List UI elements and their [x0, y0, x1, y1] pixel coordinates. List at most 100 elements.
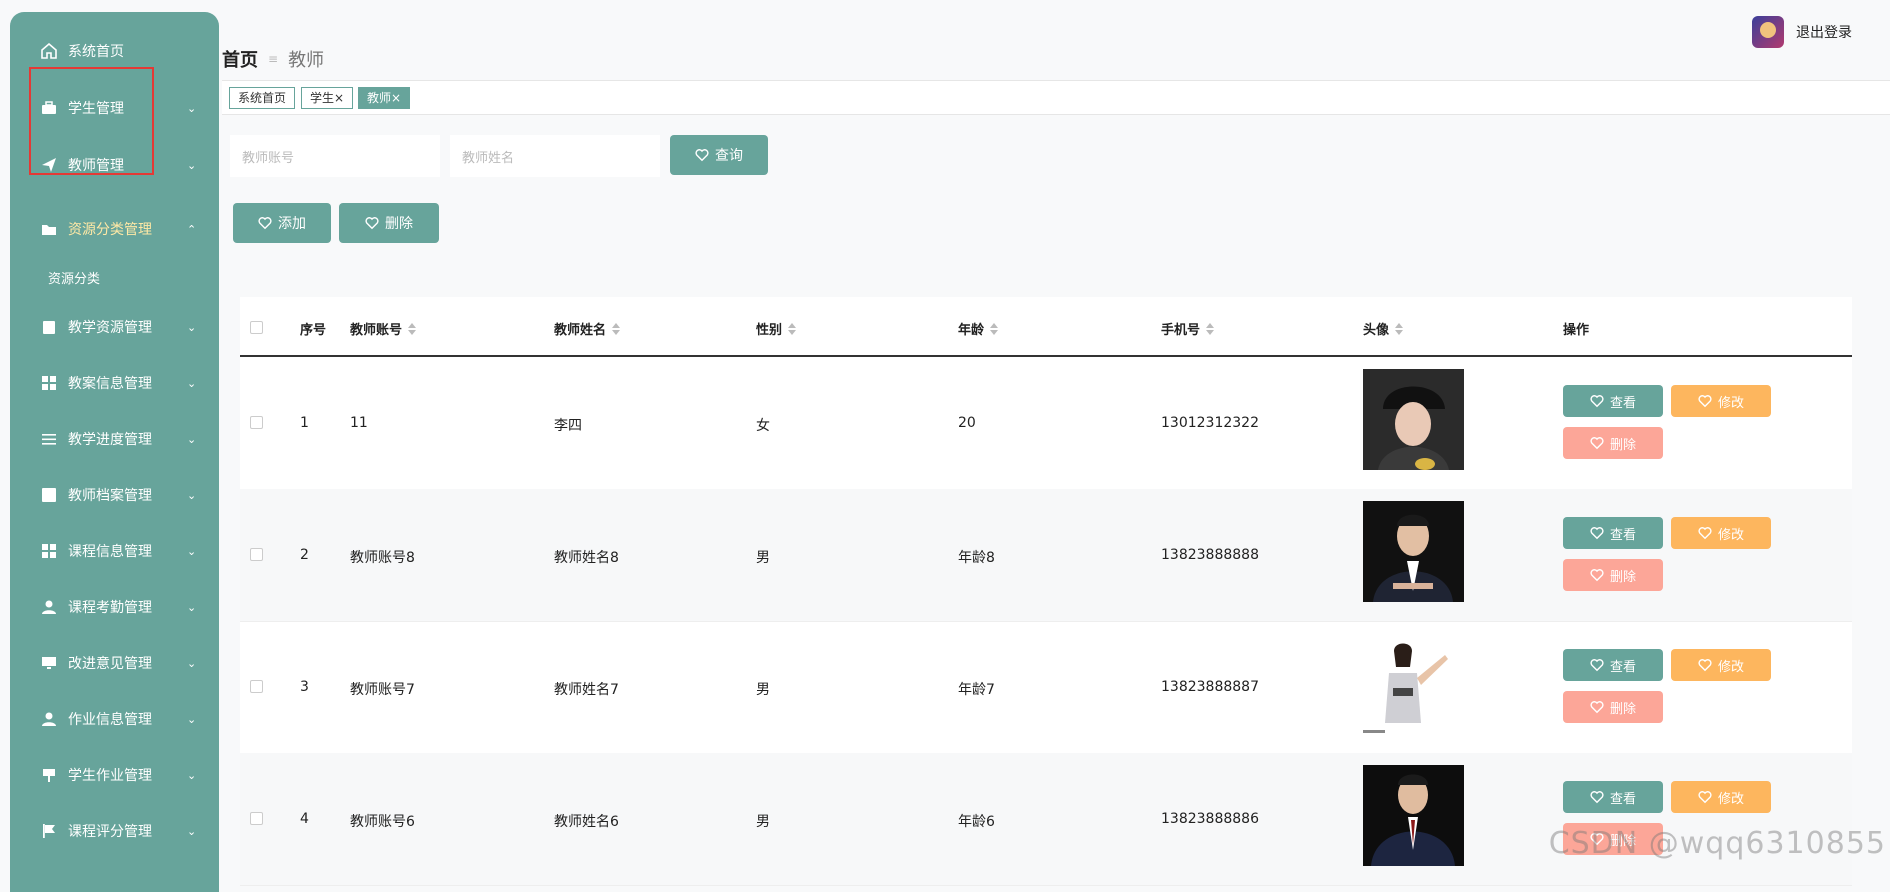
- sidebar-item-attendance[interactable]: 课程考勤管理 ⌄: [10, 587, 219, 627]
- add-button[interactable]: 添加: [233, 203, 331, 243]
- avatar-photo[interactable]: [1363, 765, 1464, 866]
- view-button[interactable]: 查看: [1563, 385, 1663, 417]
- logout-button[interactable]: 退出登录: [1796, 22, 1852, 42]
- heart-icon: [365, 217, 379, 230]
- breadcrumb-separator-icon: ≡: [268, 52, 279, 66]
- sidebar-item-teacher-archives[interactable]: 教师档案管理 ⌄: [10, 475, 219, 515]
- column-header-avatar[interactable]: 头像: [1363, 319, 1404, 338]
- heart-icon: [1590, 437, 1604, 450]
- edit-button[interactable]: 修改: [1671, 517, 1771, 549]
- flag-icon: [40, 822, 58, 840]
- sort-icon[interactable]: [1395, 322, 1404, 335]
- chevron-down-icon: ⌄: [187, 376, 197, 390]
- sidebar-item-course-rating[interactable]: 课程评分管理 ⌄: [10, 811, 219, 851]
- sidebar-subitem-resource-category[interactable]: 资源分类: [48, 268, 100, 287]
- breadcrumb-home[interactable]: 首页: [222, 46, 258, 72]
- sidebar-item-label: 学生作业管理: [68, 768, 152, 784]
- sidebar-item-label: 改进意见管理: [68, 656, 152, 672]
- tab-teachers[interactable]: 教师×: [358, 87, 411, 109]
- teacher-account-input[interactable]: 教师账号: [230, 135, 440, 177]
- sort-icon[interactable]: [788, 322, 797, 335]
- chevron-down-icon: ⌄: [187, 488, 197, 502]
- edit-button[interactable]: 修改: [1671, 649, 1771, 681]
- cell-phone: 13823888888: [1161, 547, 1259, 563]
- table-header: 序号 教师账号 教师姓名 性别 年龄 手机号 头像 操作: [240, 297, 1852, 357]
- heart-icon: [1590, 791, 1604, 804]
- sort-icon[interactable]: [612, 322, 621, 335]
- row-checkbox[interactable]: [250, 548, 263, 561]
- tab-home[interactable]: 系统首页: [229, 87, 296, 109]
- sort-icon[interactable]: [1206, 322, 1215, 335]
- sidebar-item-resource-category[interactable]: 资源分类管理 ⌃: [10, 209, 219, 249]
- sidebar-item-teaching-progress[interactable]: 教学进度管理 ⌄: [10, 419, 219, 459]
- sidebar-item-label: 课程考勤管理: [68, 600, 152, 616]
- heart-icon: [258, 217, 272, 230]
- chevron-up-icon: ⌃: [187, 222, 197, 236]
- column-header-phone[interactable]: 手机号: [1161, 319, 1215, 338]
- row-delete-button[interactable]: 删除: [1563, 559, 1663, 591]
- heart-icon: [1590, 701, 1604, 714]
- sidebar-item-label: 课程信息管理: [68, 544, 152, 560]
- heart-icon: [1590, 569, 1604, 582]
- heart-icon: [1698, 791, 1712, 804]
- view-button[interactable]: 查看: [1563, 649, 1663, 681]
- sidebar-item-feedback[interactable]: 改进意见管理 ⌄: [10, 643, 219, 683]
- chevron-down-icon: ⌄: [187, 656, 197, 670]
- annotation-highlight-box: [29, 67, 154, 175]
- cell-phone: 13012312322: [1161, 415, 1259, 431]
- edit-button[interactable]: 修改: [1671, 385, 1771, 417]
- column-header-age[interactable]: 年龄: [958, 319, 999, 338]
- folder-icon: [40, 220, 58, 238]
- avatar-photo[interactable]: [1363, 369, 1464, 470]
- table-row: 1 11 李四 女 20 13012312322 查看 修改 删除: [240, 357, 1852, 490]
- avatar-photo[interactable]: [1363, 501, 1464, 602]
- cell-gender: 男: [756, 550, 770, 566]
- chevron-down-icon: ⌄: [187, 320, 197, 334]
- row-delete-button[interactable]: 删除: [1563, 691, 1663, 723]
- sidebar-item-homework-info[interactable]: 作业信息管理 ⌄: [10, 699, 219, 739]
- home-icon: [40, 42, 58, 60]
- cell-no: 2: [300, 547, 309, 563]
- grid-icon: [40, 374, 58, 392]
- tab-students[interactable]: 学生×: [301, 87, 354, 109]
- sidebar-item-label: 资源分类管理: [68, 222, 152, 238]
- cell-age: 年龄7: [958, 682, 995, 698]
- grid-icon: [40, 542, 58, 560]
- delete-label: 删除: [385, 216, 413, 232]
- view-button[interactable]: 查看: [1563, 781, 1663, 813]
- heart-icon: [695, 149, 709, 162]
- table-row: 4 教师账号6 教师姓名6 男 年龄6 13823888886 查看 修改 删除: [240, 753, 1852, 886]
- column-header-gender[interactable]: 性别: [756, 319, 797, 338]
- cell-phone: 13823888886: [1161, 811, 1259, 827]
- column-header-account[interactable]: 教师账号: [350, 319, 417, 338]
- delete-button[interactable]: 删除: [339, 203, 439, 243]
- sidebar-item-student-homework[interactable]: 学生作业管理 ⌄: [10, 755, 219, 795]
- chevron-down-icon: ⌄: [187, 544, 197, 558]
- sort-icon[interactable]: [408, 322, 417, 335]
- select-all-checkbox[interactable]: [250, 321, 263, 334]
- sidebar-item-course-info[interactable]: 课程信息管理 ⌄: [10, 531, 219, 571]
- teacher-name-input[interactable]: 教师姓名: [450, 135, 660, 177]
- row-delete-button[interactable]: 删除: [1563, 427, 1663, 459]
- cell-account: 教师账号7: [350, 682, 415, 698]
- cell-name: 教师姓名8: [554, 550, 619, 566]
- avatar[interactable]: [1752, 16, 1784, 48]
- row-checkbox[interactable]: [250, 416, 263, 429]
- sort-icon[interactable]: [990, 322, 999, 335]
- sidebar-item-lesson-plans[interactable]: 教案信息管理 ⌄: [10, 363, 219, 403]
- view-button[interactable]: 查看: [1563, 517, 1663, 549]
- row-checkbox[interactable]: [250, 812, 263, 825]
- row-checkbox[interactable]: [250, 680, 263, 693]
- sidebar-item-home[interactable]: 系统首页: [10, 31, 219, 71]
- sidebar-item-label: 系统首页: [68, 44, 124, 60]
- edit-button[interactable]: 修改: [1671, 781, 1771, 813]
- sidebar-item-teaching-resources[interactable]: 教学资源管理 ⌄: [10, 307, 219, 347]
- cell-account: 11: [350, 415, 368, 431]
- watermark: CSDN @wqq6310855: [1548, 826, 1886, 861]
- query-button[interactable]: 查询: [670, 135, 768, 175]
- avatar-photo[interactable]: [1363, 633, 1464, 734]
- cell-account: 教师账号8: [350, 550, 415, 566]
- heart-icon: [1590, 527, 1604, 540]
- chevron-down-icon: ⌄: [187, 712, 197, 726]
- column-header-name[interactable]: 教师姓名: [554, 319, 621, 338]
